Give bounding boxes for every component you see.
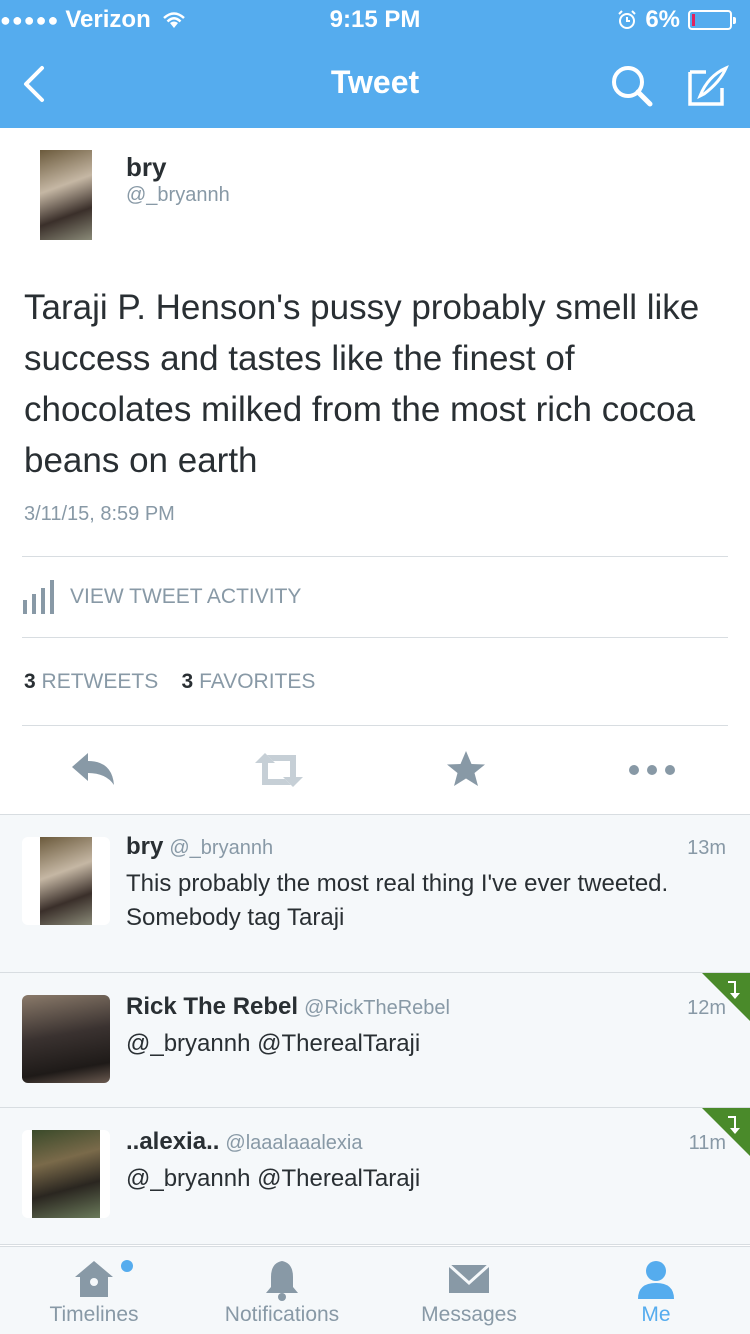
battery-percent: 6% bbox=[645, 6, 680, 33]
tab-label: Me bbox=[641, 1303, 671, 1326]
list-item[interactable]: Rick The Rebel @RickTheRebel 12m @_bryann… bbox=[0, 973, 750, 1108]
tab-bar: Timelines Notifications Messages Me bbox=[0, 1246, 750, 1334]
avatar[interactable] bbox=[22, 1130, 110, 1218]
divider bbox=[22, 725, 728, 726]
reply-author-name: ..alexia.. bbox=[126, 1128, 220, 1155]
reply-author-handle: @laaalaaalexia bbox=[225, 1132, 363, 1154]
favorite-button[interactable] bbox=[436, 745, 496, 795]
tweet-actions bbox=[0, 745, 750, 795]
tab-timelines[interactable]: Timelines bbox=[0, 1247, 188, 1334]
more-button[interactable] bbox=[622, 745, 682, 795]
retweets-label[interactable]: RETWEETS bbox=[42, 670, 159, 693]
author-name[interactable]: bry bbox=[126, 152, 166, 183]
conversation-corner-icon bbox=[702, 1108, 750, 1156]
reply-author-handle: @RickTheRebel bbox=[304, 997, 450, 1019]
activity-bars-icon bbox=[23, 580, 54, 614]
top-bar: ●●●●● Verizon 9:15 PM 6% Tweet bbox=[0, 0, 750, 128]
tab-notifications[interactable]: Notifications bbox=[188, 1247, 376, 1334]
avatar[interactable] bbox=[22, 837, 110, 925]
reply-icon bbox=[72, 753, 114, 785]
battery-icon bbox=[688, 10, 736, 30]
reply-author-name: Rick The Rebel bbox=[126, 993, 299, 1020]
tab-label: Timelines bbox=[49, 1303, 139, 1326]
list-item[interactable]: bry @_bryannh 13m This probably the most … bbox=[0, 815, 750, 973]
star-icon bbox=[447, 751, 485, 786]
retweets-count[interactable]: 3 bbox=[24, 670, 36, 693]
person-icon bbox=[638, 1261, 674, 1299]
conversation-list: bry @_bryannh 13m This probably the most … bbox=[0, 814, 750, 1245]
tab-me[interactable]: Me bbox=[562, 1247, 750, 1334]
home-icon bbox=[75, 1261, 113, 1297]
tweet-stats: 3 RETWEETS 3 FAVORITES bbox=[24, 670, 315, 694]
reply-author[interactable]: Rick The Rebel @RickTheRebel bbox=[126, 993, 450, 1021]
reply-button[interactable] bbox=[64, 745, 124, 795]
status-right: 6% bbox=[617, 6, 736, 34]
avatar[interactable] bbox=[22, 995, 110, 1083]
retweet-button[interactable] bbox=[249, 745, 309, 795]
new-tweets-dot bbox=[121, 1260, 133, 1272]
reply-text: @_bryannh @TherealTaraji bbox=[126, 1030, 421, 1057]
reply-time: 13m bbox=[687, 837, 726, 859]
reply-author[interactable]: bry @_bryannh bbox=[126, 833, 273, 861]
reply-author-name: bry bbox=[126, 833, 164, 860]
bell-icon bbox=[266, 1261, 298, 1301]
tweet-text: Taraji P. Henson's pussy probably smell … bbox=[24, 288, 700, 480]
tab-label: Notifications bbox=[224, 1303, 340, 1326]
retweet-icon bbox=[255, 753, 303, 787]
tweet-timestamp: 3/11/15, 8:59 PM bbox=[24, 503, 175, 525]
divider bbox=[22, 637, 728, 638]
favorites-label[interactable]: FAVORITES bbox=[199, 670, 315, 693]
author-handle[interactable]: @_bryannh bbox=[126, 184, 230, 207]
search-icon[interactable] bbox=[608, 62, 656, 110]
tab-messages[interactable]: Messages bbox=[375, 1247, 563, 1334]
reply-author-handle: @_bryannh bbox=[169, 837, 274, 859]
nav-bar: Tweet bbox=[0, 40, 750, 128]
favorites-count[interactable]: 3 bbox=[182, 670, 194, 693]
envelope-icon bbox=[447, 1263, 491, 1293]
conversation-corner-icon bbox=[702, 973, 750, 1021]
list-item[interactable]: ..alexia.. @laaalaaalexia 11m @_bryannh @… bbox=[0, 1108, 750, 1245]
tab-label: Messages bbox=[421, 1303, 517, 1326]
reply-author[interactable]: ..alexia.. @laaalaaalexia bbox=[126, 1128, 362, 1156]
reply-text: This probably the most real thing I've e… bbox=[126, 870, 669, 931]
alarm-icon bbox=[618, 10, 637, 29]
more-dots-icon bbox=[629, 765, 675, 775]
view-activity-link[interactable]: VIEW TWEET ACTIVITY bbox=[22, 580, 301, 614]
status-bar: ●●●●● Verizon 9:15 PM 6% bbox=[0, 0, 750, 40]
author-avatar[interactable] bbox=[40, 150, 92, 240]
divider bbox=[22, 556, 728, 557]
reply-text: @_bryannh @TherealTaraji bbox=[126, 1165, 421, 1192]
compose-icon[interactable] bbox=[682, 62, 730, 110]
activity-label: VIEW TWEET ACTIVITY bbox=[70, 585, 302, 608]
